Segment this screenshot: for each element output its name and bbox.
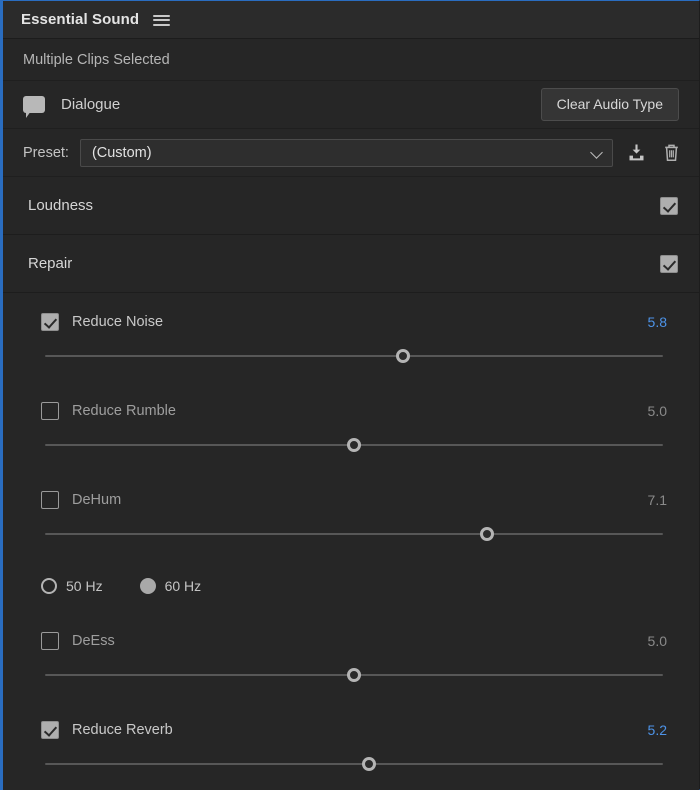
speech-bubble-icon bbox=[23, 96, 45, 118]
dehum-frequency-50hz-label: 50 Hz bbox=[66, 578, 103, 594]
dehum-frequency-50hz[interactable]: 50 Hz bbox=[41, 578, 103, 594]
section-repair-title: Repair bbox=[28, 255, 73, 272]
effect-reduce-noise: Reduce Noise 5.8 bbox=[3, 293, 699, 382]
slider-knob[interactable] bbox=[396, 348, 411, 363]
section-loudness[interactable]: Loudness bbox=[3, 177, 699, 235]
dehum-label: DeHum bbox=[72, 491, 122, 508]
slider-knob[interactable] bbox=[347, 667, 361, 682]
reduce-noise-value: 5.8 bbox=[647, 313, 667, 330]
reduce-noise-checkbox[interactable] bbox=[41, 312, 59, 331]
section-repair-checkbox[interactable] bbox=[660, 254, 678, 273]
preset-row: Preset: (Custom) bbox=[3, 129, 699, 177]
effect-deess: DeEss 5.0 bbox=[3, 612, 699, 701]
chevron-down-icon bbox=[592, 148, 603, 159]
deess-label: DeEss bbox=[72, 632, 115, 649]
slider-knob[interactable] bbox=[362, 756, 377, 771]
preset-label: Preset: bbox=[23, 144, 69, 161]
reduce-reverb-checkbox[interactable] bbox=[41, 720, 59, 739]
reduce-reverb-value: 5.2 bbox=[647, 721, 667, 738]
trash-icon[interactable] bbox=[659, 141, 683, 165]
deess-slider[interactable] bbox=[45, 667, 663, 682]
section-loudness-checkbox[interactable] bbox=[660, 196, 678, 215]
reduce-rumble-checkbox[interactable] bbox=[41, 401, 59, 420]
dehum-frequency-60hz-label: 60 Hz bbox=[164, 578, 202, 594]
radio-icon[interactable] bbox=[139, 578, 156, 594]
radio-icon[interactable] bbox=[41, 578, 57, 594]
deess-value: 5.0 bbox=[647, 632, 667, 649]
clear-audio-type-button[interactable]: Clear Audio Type bbox=[540, 88, 679, 121]
dehum-frequency-60hz[interactable]: 60 Hz bbox=[139, 578, 202, 594]
reduce-reverb-slider[interactable] bbox=[45, 756, 663, 771]
slider-knob[interactable] bbox=[479, 526, 494, 541]
hamburger-menu-icon[interactable] bbox=[153, 14, 171, 26]
reduce-noise-slider[interactable] bbox=[45, 348, 663, 363]
slider-knob[interactable] bbox=[347, 437, 361, 452]
selection-strip: Multiple Clips Selected bbox=[3, 39, 699, 81]
slider-track bbox=[45, 532, 663, 535]
page-title: Essential Sound bbox=[21, 11, 140, 28]
deess-checkbox[interactable] bbox=[41, 631, 59, 650]
dehum-slider[interactable] bbox=[45, 526, 663, 541]
section-repair[interactable]: Repair bbox=[3, 235, 699, 293]
selection-label: Multiple Clips Selected bbox=[23, 51, 170, 68]
audio-type-row: Dialogue Clear Audio Type bbox=[3, 81, 699, 129]
effect-reduce-rumble: Reduce Rumble 5.0 bbox=[3, 382, 699, 471]
reduce-rumble-slider[interactable] bbox=[45, 437, 663, 452]
panel-titlebar: Essential Sound bbox=[3, 1, 699, 39]
preset-selected-value: (Custom) bbox=[91, 144, 152, 161]
dehum-frequency-group: 50 Hz 60 Hz bbox=[3, 560, 699, 612]
dehum-checkbox[interactable] bbox=[41, 490, 59, 509]
repair-body: Reduce Noise 5.8 Reduce Rumble 5.0 DeHum… bbox=[3, 293, 699, 790]
slider-track bbox=[45, 762, 663, 765]
dehum-value: 7.1 bbox=[647, 491, 667, 508]
reduce-rumble-value: 5.0 bbox=[647, 402, 667, 419]
section-loudness-title: Loudness bbox=[28, 197, 94, 214]
save-preset-icon[interactable] bbox=[624, 141, 648, 165]
effect-reduce-reverb: Reduce Reverb 5.2 bbox=[3, 701, 699, 790]
audio-type-label: Dialogue bbox=[61, 96, 121, 113]
reduce-noise-label: Reduce Noise bbox=[72, 313, 164, 330]
preset-dropdown[interactable]: (Custom) bbox=[79, 138, 613, 167]
slider-track bbox=[45, 354, 663, 357]
reduce-rumble-label: Reduce Rumble bbox=[72, 402, 176, 419]
essential-sound-panel: Essential Sound Multiple Clips Selected … bbox=[0, 0, 700, 790]
reduce-reverb-label: Reduce Reverb bbox=[72, 721, 173, 738]
effect-dehum: DeHum 7.1 bbox=[3, 471, 699, 560]
